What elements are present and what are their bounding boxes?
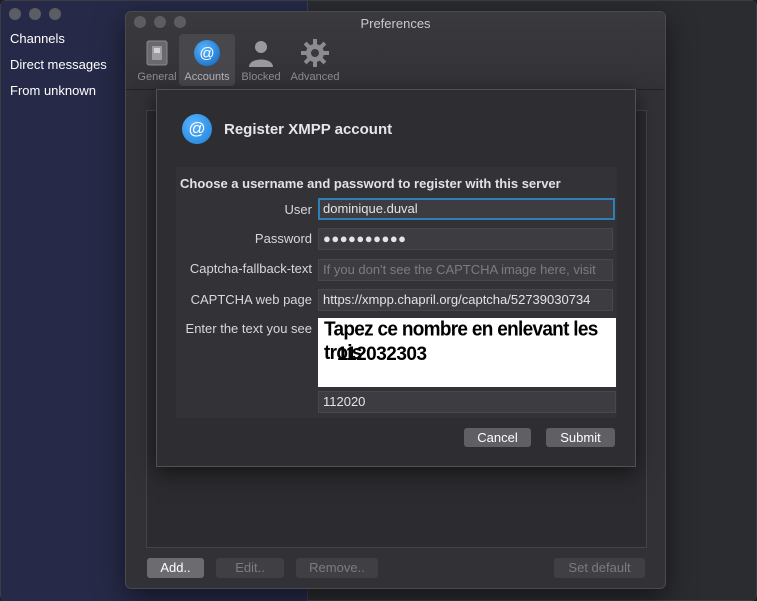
tab-general[interactable]: General [129, 34, 185, 86]
preferences-title: Preferences [360, 16, 431, 31]
sidebar-item-direct-messages[interactable]: Direct messages [10, 57, 107, 72]
captcha-page-field[interactable]: https://xmpp.chapril.org/captcha/5273903… [318, 289, 613, 311]
tab-advanced-label: Advanced [290, 71, 340, 83]
submit-button[interactable]: Submit [546, 428, 615, 447]
cancel-button[interactable]: Cancel [464, 428, 531, 447]
set-default-button[interactable]: Set default [554, 558, 645, 578]
captcha-fallback-field[interactable]: If you don't see the CAPTCHA image here,… [318, 259, 613, 281]
sidebar-item-channels[interactable]: Channels [10, 31, 65, 46]
add-account-button[interactable]: Add.. [147, 558, 204, 578]
svg-text:@: @ [199, 45, 214, 62]
password-label: Password [254, 231, 312, 246]
user-field[interactable]: dominique.duval [318, 198, 615, 220]
switch-icon [146, 40, 168, 66]
sidebar-item-from-unknown[interactable]: From unknown [10, 83, 96, 98]
tab-blocked-label: Blocked [241, 71, 281, 83]
minimize-window-button[interactable] [29, 8, 41, 20]
user-label: User [284, 202, 312, 217]
at-sign-icon: @ [194, 40, 220, 66]
tab-advanced[interactable]: Advanced [287, 34, 343, 86]
tab-accounts[interactable]: @ Accounts [179, 34, 235, 86]
at-sign-icon: @ [182, 114, 212, 144]
register-account-dialog: @ Register XMPP account Choose a usernam… [156, 89, 636, 467]
captcha-text-label: Enter the text you see [185, 321, 312, 336]
password-field[interactable]: ●●●●●●●●●● [318, 228, 613, 250]
close-window-button[interactable] [9, 8, 21, 20]
captcha-image-number: 112032303 [337, 344, 427, 365]
desktop: Channels Direct messages From unknown Pr… [0, 0, 757, 601]
person-icon [249, 41, 273, 67]
window-controls [9, 8, 61, 20]
remove-account-button[interactable]: Remove.. [296, 558, 378, 578]
captcha-page-label: CAPTCHA web page [190, 292, 312, 307]
tab-blocked[interactable]: Blocked [233, 34, 289, 86]
dialog-title: Register XMPP account [224, 121, 393, 138]
tab-accounts-label: Accounts [184, 71, 230, 83]
gear-icon [301, 39, 329, 67]
form-heading: Choose a username and password to regist… [180, 176, 561, 191]
preferences-titlebar: Preferences General @ Accounts Blocked A… [126, 12, 665, 90]
edit-account-button[interactable]: Edit.. [216, 558, 284, 578]
captcha-fallback-label: Captcha-fallback-text [189, 261, 312, 276]
captcha-answer-field[interactable]: 112020 [318, 391, 616, 413]
captcha-image: Tapez ce nombre en enlevant les trois 11… [318, 318, 616, 387]
tab-general-label: General [137, 71, 177, 83]
zoom-window-button[interactable] [49, 8, 61, 20]
